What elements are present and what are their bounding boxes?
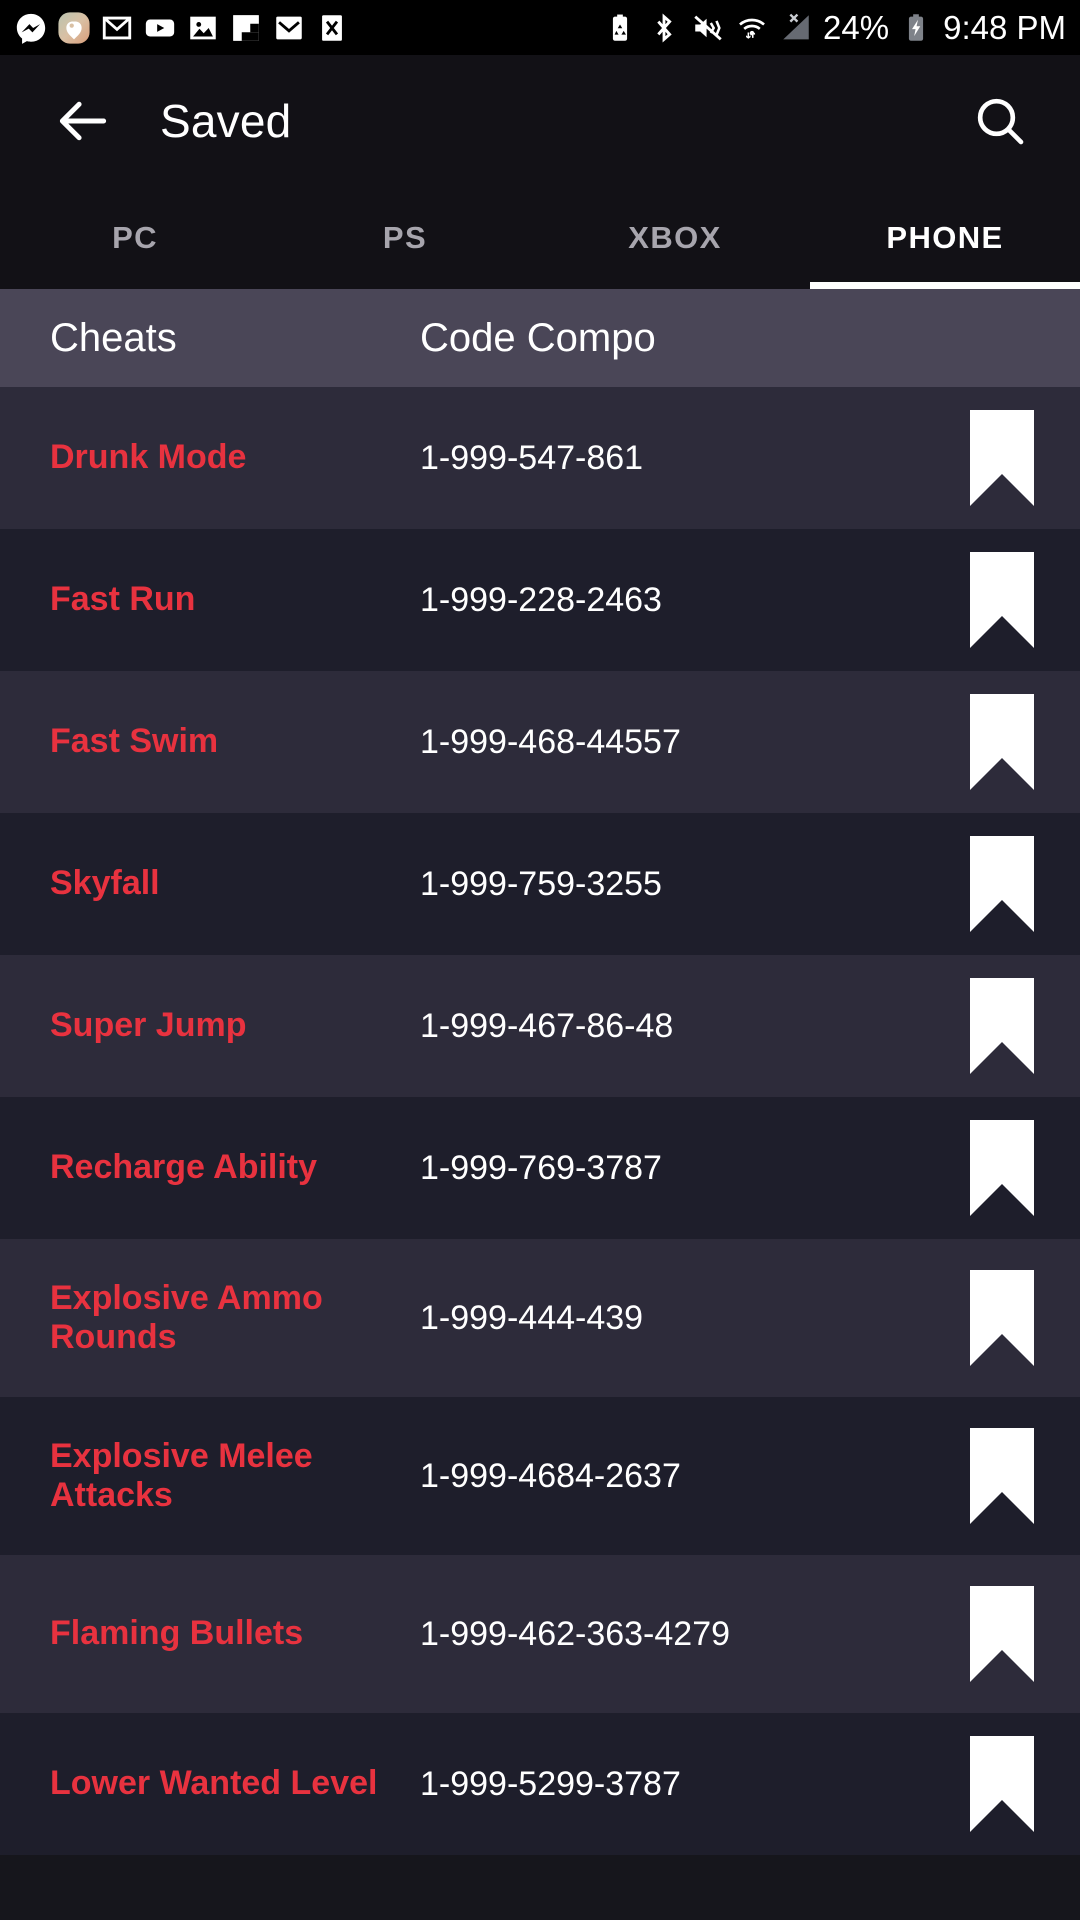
bookmark-icon[interactable] (970, 1120, 1034, 1216)
cheat-name: Super Jump (50, 1006, 247, 1045)
table-header: Cheats Code Compo (0, 289, 1080, 387)
notification-icons (14, 11, 349, 45)
battery-saver-icon (603, 11, 637, 45)
table-row[interactable]: Recharge Ability 1-999-769-3787 (0, 1097, 1080, 1239)
cheat-name: Drunk Mode (50, 438, 247, 477)
cheat-name: Explosive Melee Attacks (50, 1436, 313, 1514)
clock-label: 9:48 PM (943, 9, 1066, 46)
column-header-code: Code Compo (420, 315, 656, 360)
bookmark-icon[interactable] (970, 1428, 1034, 1524)
table-row[interactable]: Drunk Mode 1-999-547-861 (0, 387, 1080, 529)
table-row[interactable]: Flaming Bullets 1-999-462-363-4279 (0, 1555, 1080, 1713)
youtube-icon (143, 11, 177, 45)
tab-xbox-label: XBOX (628, 220, 722, 255)
battery-percent-label: 24% (823, 9, 890, 46)
page-title: Saved (160, 95, 292, 147)
table-row[interactable]: Lower Wanted Level 1-999-5299-3787 (0, 1713, 1080, 1855)
app-bar: Saved (0, 55, 1080, 187)
bookmark-icon[interactable] (970, 1736, 1034, 1832)
bookmark-icon[interactable] (970, 1586, 1034, 1682)
bookmark-icon[interactable] (970, 978, 1034, 1074)
flipboard-icon (229, 11, 263, 45)
photos-icon (186, 11, 220, 45)
column-header-cheats: Cheats (50, 315, 177, 360)
system-status-icons: 24% 9:48 PM (603, 11, 1066, 45)
cheat-name: Skyfall (50, 864, 160, 903)
tab-pc[interactable]: PC (0, 187, 270, 289)
cheat-name: Flaming Bullets (50, 1614, 304, 1653)
cheat-name: Recharge Ability (50, 1148, 318, 1187)
bookmark-icon[interactable] (970, 410, 1034, 506)
tab-pc-label: PC (112, 220, 158, 255)
battery-charging-icon (899, 11, 933, 45)
tab-phone-label: PHONE (886, 220, 1004, 255)
wifi-icon (735, 11, 769, 45)
table-row[interactable]: Fast Swim 1-999-468-44557 (0, 671, 1080, 813)
table-row[interactable]: Explosive Ammo Rounds 1-999-444-439 (0, 1239, 1080, 1397)
mail-icon (272, 11, 306, 45)
table-row[interactable]: Skyfall 1-999-759-3255 (0, 813, 1080, 955)
volume-mute-vibrate-icon (691, 11, 725, 45)
tab-ps-label: PS (382, 220, 428, 255)
heart-location-icon (57, 11, 91, 45)
bookmark-icon[interactable] (970, 1270, 1034, 1366)
cheat-list: Drunk Mode 1-999-547-861 Fast Run 1-999-… (0, 387, 1080, 1855)
tab-xbox[interactable]: XBOX (540, 187, 810, 289)
messenger-icon (14, 11, 48, 45)
bluetooth-icon (647, 11, 681, 45)
tab-phone[interactable]: PHONE (810, 187, 1080, 289)
table-row[interactable]: Super Jump 1-999-467-86-48 (0, 955, 1080, 1097)
gmail-icon (100, 11, 134, 45)
arrow-back-icon[interactable] (52, 90, 114, 152)
platform-tabs: PC PS XBOX PHONE (0, 187, 1080, 289)
table-row[interactable]: Explosive Melee Attacks 1-999-4684-2637 (0, 1397, 1080, 1555)
bookmark-icon[interactable] (970, 694, 1034, 790)
tab-ps[interactable]: PS (270, 187, 540, 289)
search-icon[interactable] (972, 93, 1028, 149)
cheat-name: Explosive Ammo Rounds (50, 1278, 323, 1356)
cheat-name: Fast Swim (50, 722, 219, 761)
cheat-name: Lower Wanted Level (50, 1764, 378, 1803)
bookmark-icon[interactable] (970, 836, 1034, 932)
bookmark-icon[interactable] (970, 552, 1034, 648)
cheat-name: Fast Run (50, 580, 196, 619)
table-row[interactable]: Fast Run 1-999-228-2463 (0, 529, 1080, 671)
cellular-no-signal-icon (779, 11, 813, 45)
close-x-icon (315, 11, 349, 45)
status-bar: 24% 9:48 PM (0, 0, 1080, 55)
